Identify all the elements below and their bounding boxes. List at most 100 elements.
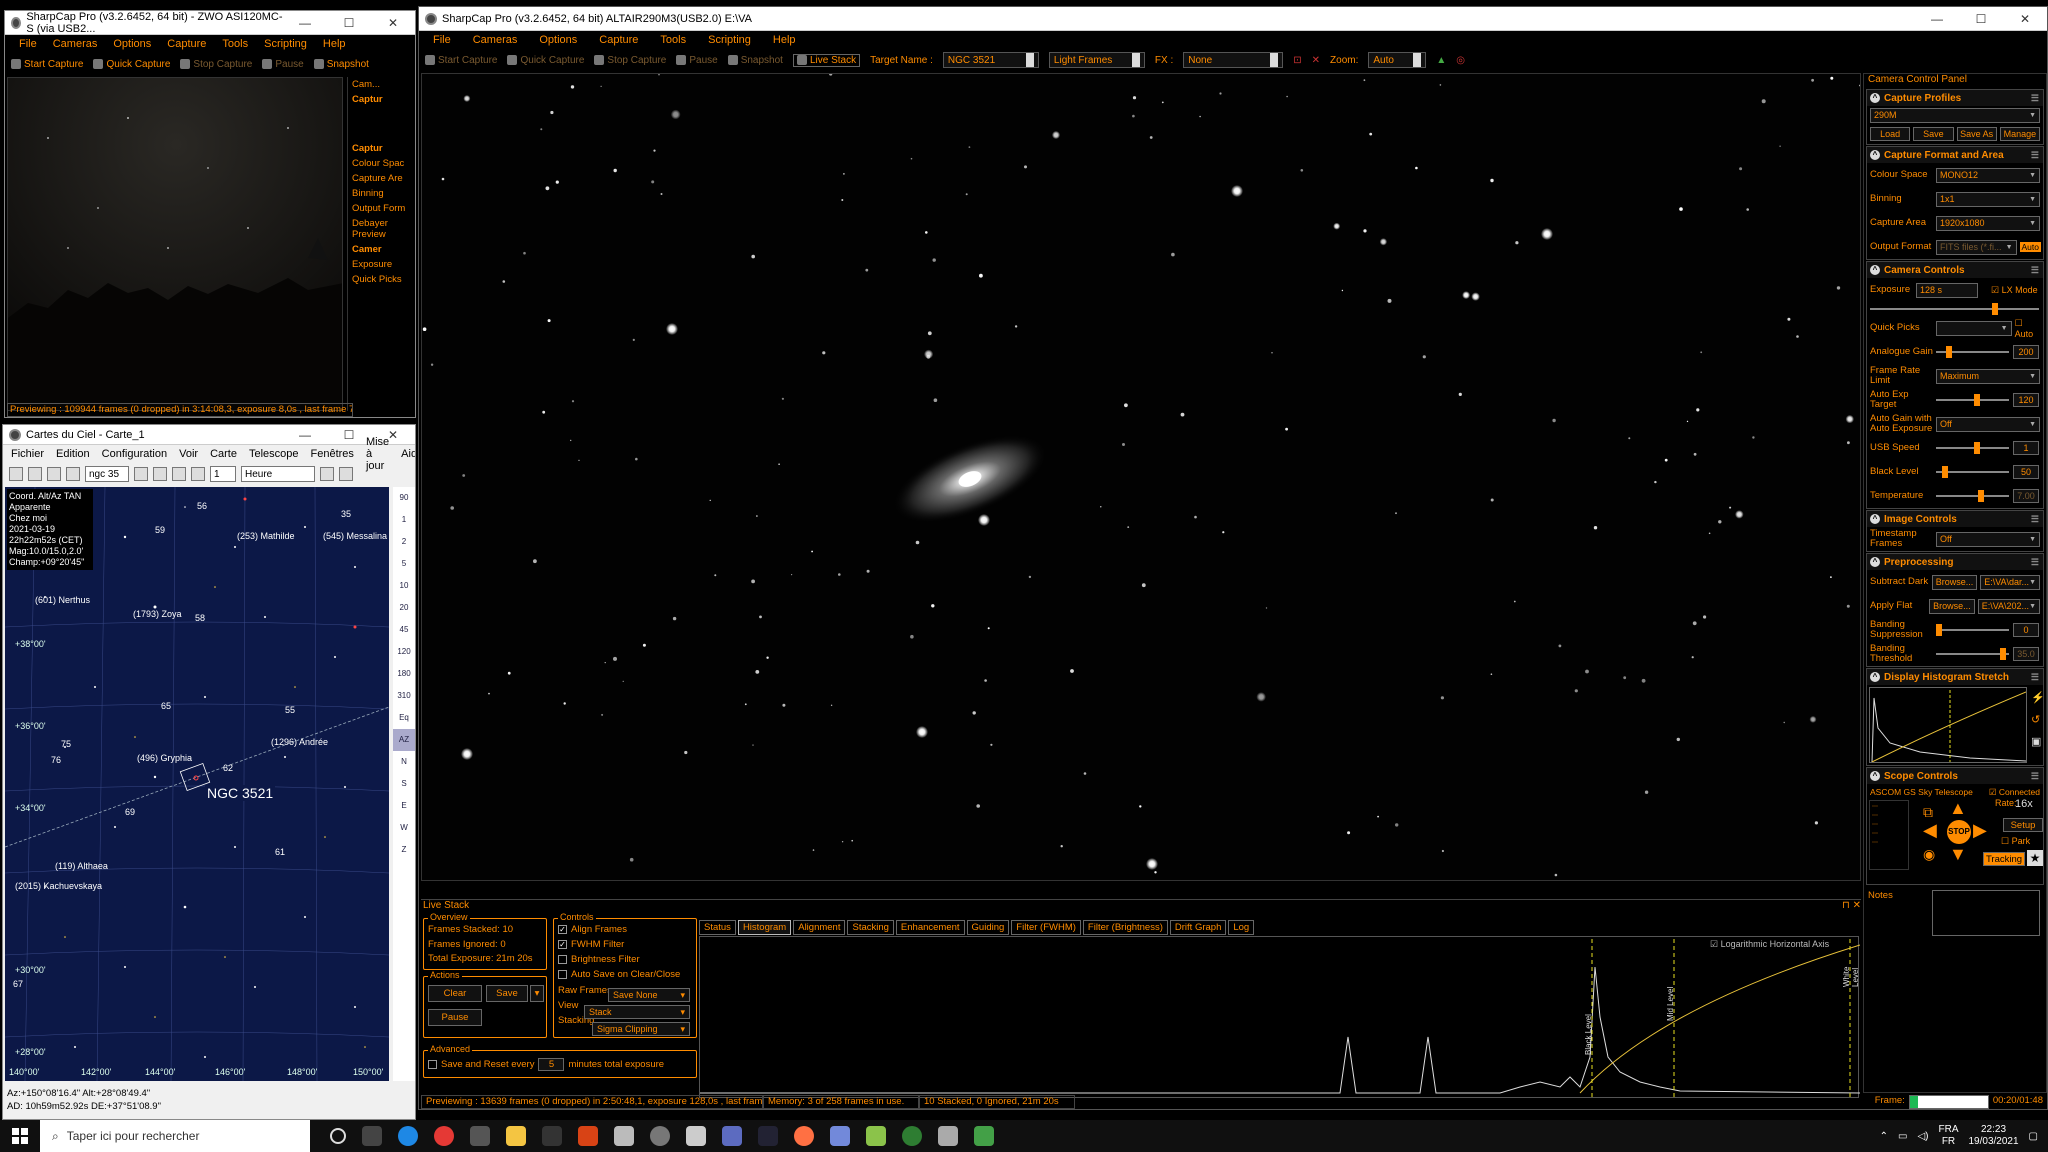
menu-scripting[interactable]: Scripting [264,38,307,50]
banding-threshold-slider[interactable]: 35.0 [1936,647,2039,661]
menu-options[interactable]: Options [113,38,151,50]
start-capture-button[interactable]: Start Capture [11,59,83,70]
reticle-icon[interactable]: ⊡ [1293,55,1301,66]
sky-object-label[interactable]: (496) Gryphia [137,753,192,763]
gain-value[interactable]: 200 [2013,345,2039,359]
arrow-down-icon[interactable]: ▼ [1949,844,1967,865]
view-select[interactable]: Stack ▾ [584,1005,690,1019]
panel-pin-close-icons[interactable]: ⊓ ✕ [1842,900,1861,914]
scope-setup-button[interactable]: Setup [2003,818,2043,832]
arrow-left-icon[interactable]: ◀ [1923,820,1937,841]
lightning-icon[interactable]: ⚡ [2031,691,2045,704]
section-header[interactable]: ^ Capture Profiles ☰ [1867,90,2043,106]
pause-stack-button[interactable]: Pause [428,1009,482,1026]
clock[interactable]: 22:23 19/03/2021 [1968,1124,2018,1148]
manage-profiles-button[interactable]: Manage [1999,127,2040,141]
focus-icon[interactable]: ◎ [1456,55,1465,66]
now-icon[interactable] [172,467,186,481]
north-button[interactable]: N [393,751,415,773]
target-name-combo[interactable]: NGC 3521 [942,52,1039,68]
save-reset-minutes-input[interactable]: 5 [538,1058,565,1071]
app-icon[interactable] [758,1126,778,1146]
capture-area-select[interactable]: 1920x1080 ▼ [1936,215,2040,231]
scope-stop-button[interactable]: STOP [1947,820,1971,844]
dark-path-select[interactable]: E:\VA\dar... ▼ [1980,574,2040,590]
app-icon[interactable] [470,1126,490,1146]
tab-guiding[interactable]: Guiding [966,920,1010,935]
tab-filter-brightness[interactable]: Filter (Brightness) [1082,920,1168,935]
small-side-item[interactable]: Captur [348,92,415,107]
cortana-icon[interactable] [330,1128,346,1144]
minimize-button[interactable]: — [1915,12,1959,26]
menu-file[interactable]: File [433,34,451,46]
app-icon[interactable] [686,1126,706,1146]
frame-rate-select[interactable]: Maximum ▼ [1936,368,2040,384]
snapshot-button[interactable]: Snapshot [313,59,369,70]
fov-button[interactable]: 180 [393,663,415,685]
fov-button[interactable]: 310 [393,685,415,707]
start-button[interactable] [0,1120,40,1152]
cdc-menu-carte[interactable]: Carte [210,448,237,460]
save-profile-button[interactable]: Save [1913,127,1954,141]
stop-capture-button[interactable]: Stop Capture [180,59,252,70]
rate-select[interactable]: 16x [2015,798,2045,812]
reset-icon[interactable]: ↺ [2031,713,2040,726]
stacking-select[interactable]: Sigma Clipping ▾ [592,1022,690,1036]
small-side-item[interactable]: Output Form [348,201,415,216]
small-side-item[interactable]: Capture Are [348,171,415,186]
lx-mode-checkbox[interactable]: ☑ LX Mode [1991,285,2038,296]
section-header[interactable]: ^ Display Histogram Stretch ☰ [1867,669,2043,685]
exposure-slider[interactable] [1870,302,2039,316]
auto-exposure-checkbox[interactable]: ☐ Auto [2015,318,2043,339]
chrome-icon[interactable] [434,1126,454,1146]
usb-speed-value[interactable]: 1 [2013,441,2039,455]
zoom-select[interactable]: Auto [1368,52,1427,68]
fov-button[interactable]: 5 [393,553,415,575]
fov-button[interactable]: 45 [393,619,415,641]
white-level-marker[interactable]: White Level [1842,967,1860,987]
menu-file[interactable]: File [19,38,37,50]
close-button[interactable]: ✕ [371,16,415,30]
sky-object-label[interactable]: (1793) Zoya [133,609,182,619]
small-side-item[interactable]: Binning [348,186,415,201]
tab-status[interactable]: Status [699,920,736,935]
cdc-menu-voir[interactable]: Voir [179,448,198,460]
black-level-slider[interactable]: 50 [1936,465,2039,479]
output-format-select[interactable]: FITS files (*.fi... ▼ [1936,239,2017,255]
section-header[interactable]: ^ Scope Controls ☰ [1867,768,2043,784]
grid-icon[interactable] [28,467,42,481]
south-button[interactable]: S [393,773,415,795]
maximize-button[interactable]: ☐ [1959,12,2003,26]
taskbar-search[interactable]: ⌕ Taper ici pour rechercher [40,1120,310,1152]
cdc-menu-mise-a-jour[interactable]: Mise à jour [366,436,389,472]
flat-path-select[interactable]: E:\VA\202... ▼ [1977,598,2040,614]
cdc-titlebar[interactable]: Cartes du Ciel - Carte_1 — ☐ ✕ [3,425,415,445]
close-button[interactable]: ✕ [2003,12,2047,26]
calculator-icon[interactable] [722,1126,742,1146]
stop-capture-button[interactable]: Stop Capture [594,55,666,66]
network-icon[interactable]: ▭ [1898,1131,1907,1142]
section-header[interactable]: ^ Capture Format and Area ☰ [1867,147,2043,163]
timestamp-select[interactable]: Off ▼ [1936,531,2040,547]
colour-space-select[interactable]: MONO12 ▼ [1936,167,2040,183]
menu-capture[interactable]: Capture [599,34,638,46]
fov-button[interactable]: 1 [393,509,415,531]
menu-scripting[interactable]: Scripting [708,34,751,46]
fov-90-button[interactable]: 90 [393,487,415,509]
menu-help[interactable]: Help [323,38,346,50]
cdc-menu-fichier[interactable]: Fichier [11,448,44,460]
fov-button[interactable]: 20 [393,597,415,619]
small-titlebar[interactable]: SharpCap Pro (v3.2.6452, 64 bit) - ZWO A… [5,11,415,35]
sky-object-label[interactable]: (119) Althaea [55,861,108,871]
east-button[interactable]: E [393,795,415,817]
clear-button[interactable]: Clear [428,985,482,1002]
fov-button[interactable]: 120 [393,641,415,663]
menu-cameras[interactable]: Cameras [53,38,98,50]
auto-exp-slider[interactable]: 120 [1936,393,2039,407]
cdc-menu-fenetres[interactable]: Fenêtres [311,448,354,460]
west-button[interactable]: W [393,817,415,839]
tab-enhancement[interactable]: Enhancement [895,920,965,935]
office-icon[interactable] [578,1126,598,1146]
file-explorer-icon[interactable] [506,1126,526,1146]
menu-tools[interactable]: Tools [222,38,248,50]
